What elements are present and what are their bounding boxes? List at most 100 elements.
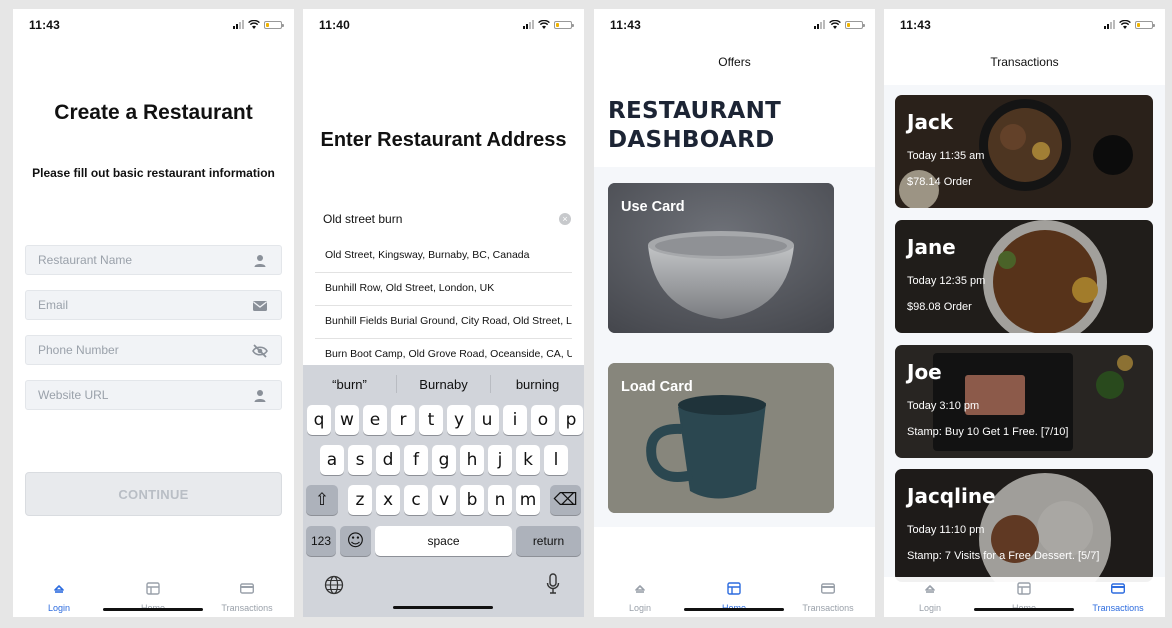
battery-icon [1135,20,1155,29]
space-key[interactable]: space [375,526,512,556]
numbers-key[interactable]: 123 [306,526,336,556]
login-tab-icon [54,585,64,593]
status-bar: 11:43 [13,9,294,43]
wifi-icon [248,20,260,29]
tab-transactions[interactable]: Transactions [207,582,287,613]
website-url-field[interactable] [25,380,282,410]
key-s[interactable]: s [348,445,372,475]
key-e[interactable]: e [363,405,387,435]
address-suggestion[interactable]: Bunhill Fields Burial Ground, City Road,… [315,306,572,339]
prediction-item[interactable]: “burn” [303,377,396,392]
clear-icon[interactable]: × [559,213,571,225]
dashboard-heading-line: RESTAURANT [608,98,782,124]
transaction-card[interactable]: Jacqline Today 11:10 pm Stamp: 7 Visits … [895,469,1153,582]
keyboard: “burn” Burnaby burning qwertyuiop asdfghj… [303,365,584,617]
address-suggestion[interactable]: Old Street, Kingsway, Burnaby, BC, Canad… [315,240,572,273]
key-j[interactable]: j [488,445,512,475]
wifi-icon [829,20,841,29]
key-g[interactable]: g [432,445,456,475]
transaction-card[interactable]: Jack Today 11:35 am $78.14 Order [895,95,1153,208]
email-input[interactable] [26,291,281,319]
page-title: Create a Restaurant [54,101,253,124]
person-icon [254,255,266,267]
key-a[interactable]: a [320,445,344,475]
dashboard-heading: RESTAURANT DASHBOARD [608,97,781,155]
use-card-label: Use Card [621,199,685,215]
continue-button[interactable]: CONTINUE [25,472,282,516]
transaction-time: Today 11:10 pm [907,524,985,536]
signal-icon [814,20,825,29]
load-card-button[interactable]: Load Card [608,363,834,513]
restaurant-name-field[interactable] [25,245,282,275]
transaction-detail: $78.14 Order [907,176,972,188]
enter-address-screen: 11:40 Enter Restaurant Address × Old Str… [303,9,584,617]
key-w[interactable]: w [335,405,359,435]
eye-off-icon[interactable] [252,343,268,359]
tab-login[interactable]: Login [19,582,99,613]
address-search-input[interactable] [315,207,575,231]
tab-bar: Login Home Transactions [13,577,294,617]
status-bar: 11:43 [594,9,875,43]
use-card-button[interactable]: Use Card [608,183,834,333]
tab-transactions[interactable]: Transactions [788,582,868,613]
key-k[interactable]: k [516,445,540,475]
key-r[interactable]: r [391,405,415,435]
transaction-time: Today 11:35 am [907,150,985,162]
key-d[interactable]: d [376,445,400,475]
key-n[interactable]: n [488,485,512,515]
transaction-detail: $98.08 Order [907,301,972,313]
wifi-icon [538,20,550,29]
envelope-icon [253,301,267,311]
status-bar: 11:40 [303,9,584,43]
tab-login[interactable]: Login [600,582,680,613]
address-search-field[interactable]: × [315,207,575,231]
phone-number-field[interactable] [25,335,282,365]
signal-icon [233,20,244,29]
transaction-detail: Stamp: Buy 10 Get 1 Free. [7/10] [907,426,1069,438]
key-t[interactable]: t [419,405,443,435]
key-q[interactable]: q [307,405,331,435]
prediction-item[interactable]: burning [491,377,584,392]
predictive-bar: “burn” Burnaby burning [303,365,584,403]
key-f[interactable]: f [404,445,428,475]
email-field[interactable] [25,290,282,320]
prediction-item[interactable]: Burnaby [397,377,490,392]
return-key[interactable]: return [516,526,581,556]
key-u[interactable]: u [475,405,499,435]
key-l[interactable]: l [544,445,568,475]
transaction-time: Today 12:35 pm [907,275,986,287]
key-o[interactable]: o [531,405,555,435]
website-url-input[interactable] [26,381,281,409]
battery-icon [264,20,284,29]
key-m[interactable]: m [516,485,540,515]
key-y[interactable]: y [447,405,471,435]
tab-login[interactable]: Login [890,582,970,613]
key-c[interactable]: c [404,485,428,515]
key-v[interactable]: v [432,485,456,515]
emoji-key[interactable]: ☺ [340,526,371,556]
nav-title: Transactions [990,55,1059,69]
phone-number-input[interactable] [26,336,281,364]
microphone-icon[interactable] [546,573,560,595]
restaurant-name-input[interactable] [26,246,281,274]
shift-key[interactable]: ⇧ [306,485,338,515]
tab-transactions[interactable]: Transactions [1078,582,1158,613]
tab-login-label: Login [628,603,652,613]
nav-title: Offers [718,55,751,69]
page-subtitle: Please fill out basic restaurant informa… [32,166,275,180]
delete-key[interactable]: ⌫ [550,485,581,515]
customer-name: Joe [907,360,942,384]
key-x[interactable]: x [376,485,400,515]
key-h[interactable]: h [460,445,484,475]
key-z[interactable]: z [348,485,372,515]
key-b[interactable]: b [460,485,484,515]
key-p[interactable]: p [559,405,583,435]
address-suggestion[interactable]: Bunhill Row, Old Street, London, UK [315,273,572,306]
home-tab-icon [1017,582,1031,595]
transaction-card[interactable]: Joe Today 3:10 pm Stamp: Buy 10 Get 1 Fr… [895,345,1153,458]
globe-icon[interactable] [324,575,344,595]
key-i[interactable]: i [503,405,527,435]
tab-bar: Login Home Transactions [884,577,1165,617]
transaction-card[interactable]: Jane Today 12:35 pm $98.08 Order [895,220,1153,333]
status-time: 11:43 [900,18,932,32]
